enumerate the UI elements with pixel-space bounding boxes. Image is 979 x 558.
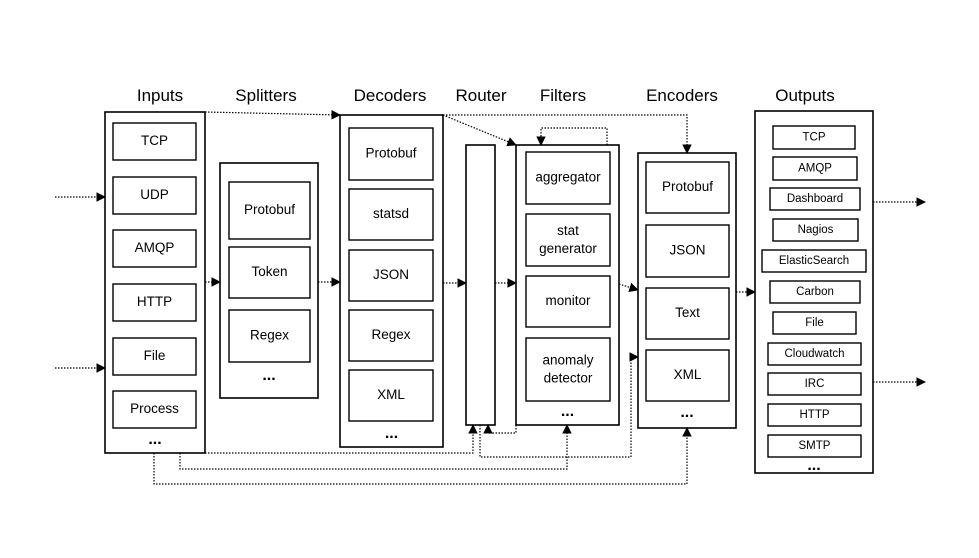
outputs-item-label: ElasticSearch <box>779 255 849 267</box>
inputs-item: Process <box>112 390 197 429</box>
filters-item: stat generator <box>525 213 611 267</box>
splitters-more-indicator: ... <box>262 367 275 384</box>
filters-more-indicator: ... <box>561 403 574 420</box>
stage-outputs: Outputs TCP AMQP Dashboard Nagios ElasticSear… <box>754 86 874 474</box>
decoders-item-label: Regex <box>371 327 410 342</box>
stage-filters: Filters aggregator stat generator monitor ano… <box>515 86 620 426</box>
stage-title-inputs: Inputs <box>137 86 183 105</box>
filters-item-label: aggregator <box>535 170 601 185</box>
inputs-item-label: Process <box>130 401 179 416</box>
outputs-item: AMQP <box>772 156 858 181</box>
inputs-item-label: TCP <box>141 133 168 148</box>
decoders-item-label: statsd <box>373 206 409 221</box>
outputs-item-label: File <box>805 317 824 329</box>
outputs-item-label: AMQP <box>798 163 832 175</box>
outputs-item-label: SMTP <box>799 440 831 452</box>
inputs-more-indicator: ... <box>148 431 161 448</box>
stage-decoders: Decoders Protobuf statsd JSON Regex XML... <box>339 86 444 448</box>
decoders-item-label: JSON <box>373 267 409 282</box>
stage-splitters: Splitters Protobuf Token Regex... <box>219 86 319 399</box>
decoders-item: Regex <box>348 309 434 362</box>
inputs-item: TCP <box>112 122 197 161</box>
decoders-item-label: XML <box>377 387 405 402</box>
filters-item: monitor <box>525 275 611 328</box>
outputs-item: HTTP <box>767 403 862 427</box>
inputs-item-label: AMQP <box>135 240 175 255</box>
decoders-more-indicator: ... <box>385 425 398 442</box>
stage-title-outputs: Outputs <box>775 86 835 105</box>
splitters-item: Protobuf <box>228 181 311 240</box>
encoders-item-label: JSON <box>669 243 705 258</box>
filters-item: aggregator <box>525 151 611 205</box>
encoders-item: Text <box>645 287 730 340</box>
filters-item-label: monitor <box>545 293 591 308</box>
inputs-item: HTTP <box>112 283 197 322</box>
inputs-item: File <box>112 337 197 376</box>
inputs-to-decoders-top-connector <box>204 110 341 120</box>
stage-router: Router <box>455 86 507 426</box>
decoders-item: Protobuf <box>348 127 434 181</box>
outputs-item: File <box>772 311 857 335</box>
router-container <box>465 144 496 426</box>
outputs-item-label: HTTP <box>799 409 829 421</box>
filters-loop-connector <box>536 127 608 146</box>
encoders-more-indicator: ... <box>680 404 693 421</box>
inputs-item-label: HTTP <box>137 294 172 309</box>
outputs-item: TCP <box>772 125 856 150</box>
outputs-more-indicator: ... <box>807 457 820 474</box>
decoders-item: statsd <box>348 188 434 241</box>
inputs-item: AMQP <box>112 229 197 268</box>
stage-title-splitters: Splitters <box>235 86 296 105</box>
stage-title-router: Router <box>455 86 506 105</box>
splitters-item: Regex <box>228 309 311 363</box>
encoders-item-label: Protobuf <box>662 179 713 194</box>
encoders-item-label: XML <box>674 367 702 382</box>
splitters-item: Token <box>228 246 311 299</box>
filters-item: anomaly detector <box>525 337 611 402</box>
filters-to-router-connector <box>483 424 517 434</box>
splitters-item-label: Protobuf <box>244 202 295 217</box>
splitters-item-label: Token <box>251 264 287 279</box>
pipeline-diagram: InputsTCPUDPAMQPHTTPFileProcess...Splitt… <box>55 86 926 485</box>
filters-to-encoders-connector <box>618 282 639 292</box>
decoders-item: XML <box>348 369 434 422</box>
stage-title-encoders: Encoders <box>646 86 718 105</box>
decoders-item: JSON <box>348 249 434 302</box>
outputs-item-label: Dashboard <box>787 193 843 205</box>
outputs-item: IRC <box>767 372 862 396</box>
encoders-item: Protobuf <box>645 161 730 214</box>
inputs-item-label: File <box>144 348 166 363</box>
outputs-item: Nagios <box>772 218 859 242</box>
splitters-item-label: Regex <box>250 328 289 343</box>
outputs-item-label: Carbon <box>796 286 834 298</box>
decoders-item-label: Protobuf <box>365 146 416 161</box>
encoders-item-label: Text <box>675 305 700 320</box>
inputs-item: UDP <box>112 176 197 215</box>
outputs-item: Cloudwatch <box>767 342 862 366</box>
outputs-item-label: TCP <box>803 132 826 144</box>
outputs-item: SMTP <box>767 434 862 458</box>
encoders-item: XML <box>645 349 730 402</box>
outputs-item-label: Cloudwatch <box>784 348 844 360</box>
stage-inputs: Inputs TCP UDP AMQP HTTP File Process... <box>104 86 206 454</box>
inputs-item-label: UDP <box>140 187 169 202</box>
encoders-item: JSON <box>645 224 730 278</box>
stage-title-decoders: Decoders <box>354 86 427 105</box>
outputs-item-label: Nagios <box>798 224 834 236</box>
outputs-item-label: IRC <box>805 378 825 390</box>
stage-encoders: Encoders Protobuf JSON Text XML... <box>637 86 737 429</box>
outputs-item: ElasticSearch <box>761 249 867 273</box>
decoders-to-filters-top-connector <box>442 114 517 147</box>
outputs-item: Carbon <box>769 280 861 304</box>
outputs-item: Dashboard <box>769 187 861 211</box>
stage-title-filters: Filters <box>540 86 586 105</box>
